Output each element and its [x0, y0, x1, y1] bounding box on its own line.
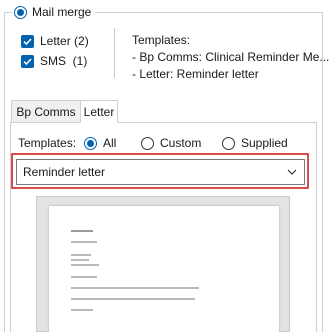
preview-page	[49, 206, 279, 332]
tab-bp-comms[interactable]: Bp Comms	[11, 100, 81, 123]
filter-supplied-radio[interactable]	[222, 136, 235, 150]
filter-supplied-label: Supplied	[241, 136, 288, 150]
mail-merge-radio[interactable]	[14, 5, 27, 19]
templates-filter-label: Templates:	[18, 136, 77, 150]
checkmark-icon	[23, 57, 32, 65]
template-summary-item: - Bp Comms: Clinical Reminder Me...	[132, 50, 329, 64]
mail-merge-option[interactable]: Mail merge	[12, 3, 96, 21]
tab-letter[interactable]: Letter	[80, 100, 118, 123]
filter-custom-label: Custom	[160, 136, 202, 150]
template-summary-item: - Letter: Reminder letter	[132, 67, 259, 81]
templates-heading: Templates:	[132, 33, 191, 47]
tab-label: Letter	[83, 104, 115, 119]
filter-custom-option[interactable]: Custom	[141, 136, 201, 150]
mail-merge-label: Mail merge	[32, 5, 92, 19]
sms-checkbox-row[interactable]: SMS (1)	[21, 54, 87, 68]
filter-all-option[interactable]: All	[84, 136, 116, 150]
filter-all-radio[interactable]	[84, 136, 97, 150]
sms-checkbox-label: SMS (1)	[40, 54, 88, 68]
filter-all-label: All	[103, 136, 117, 150]
vertical-divider	[114, 28, 115, 78]
highlight-frame	[11, 153, 309, 189]
filter-supplied-option[interactable]: Supplied	[222, 136, 288, 150]
checkmark-icon	[23, 37, 32, 45]
sms-checkbox[interactable]	[21, 54, 34, 68]
letter-checkbox[interactable]	[21, 34, 34, 48]
tab-label: Bp Comms	[16, 104, 76, 119]
letter-checkbox-label: Letter (2)	[40, 34, 89, 48]
letter-checkbox-row[interactable]: Letter (2)	[21, 34, 89, 48]
filter-custom-radio[interactable]	[141, 136, 154, 150]
